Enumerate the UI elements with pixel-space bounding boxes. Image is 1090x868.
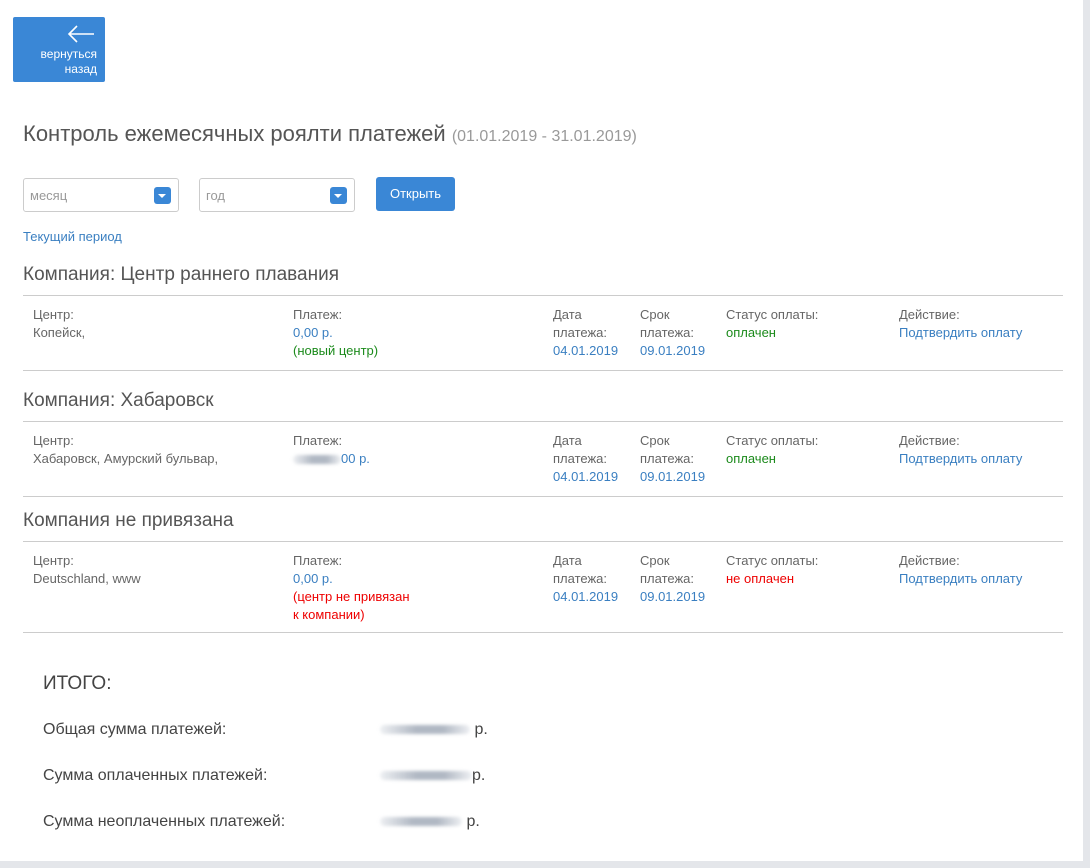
- payment-cell: Платеж: 0,00 р. (центр не привязан к ком…: [293, 553, 410, 622]
- month-select-placeholder: месяц: [30, 188, 68, 203]
- current-period-link[interactable]: Текущий период: [23, 229, 122, 244]
- due-date-cell: Срок платежа: 09.01.2019: [640, 307, 706, 358]
- page: вернуться назад Контроль ежемесячных роя…: [0, 0, 1083, 861]
- status-cell: Статус оплаты: не оплачен: [726, 553, 819, 586]
- center-name: Deutschland, www: [33, 571, 141, 586]
- action-cell: Действие: Подтвердить оплату: [899, 553, 1023, 588]
- payment-date: 04.01.2019: [553, 469, 619, 484]
- payment-date-cell: Дата платежа: 04.01.2019: [553, 553, 619, 604]
- company-title: Компания: Центр раннего плавания: [23, 264, 339, 285]
- company-title: Компания: Хабаровск: [23, 390, 214, 411]
- confirm-payment-link[interactable]: Подтвердить оплату: [899, 450, 1022, 468]
- redacted-amount: [380, 771, 472, 781]
- payment-note: к компании): [293, 607, 365, 622]
- confirm-payment-link[interactable]: Подтвердить оплату: [899, 570, 1022, 588]
- year-select-placeholder: год: [206, 188, 225, 203]
- payment-date-cell: Дата платежа: 04.01.2019: [553, 433, 619, 484]
- center-cell: Центр: Копейск,: [33, 307, 86, 340]
- redacted-amount: [380, 817, 462, 827]
- divider: [23, 496, 1063, 497]
- divider: [23, 632, 1063, 633]
- due-date: 09.01.2019: [640, 589, 706, 604]
- payment-cell: Платеж: 00 р.: [293, 433, 370, 468]
- redacted-amount: [293, 455, 341, 465]
- due-date-cell: Срок платежа: 09.01.2019: [640, 553, 706, 604]
- divider: [23, 421, 1063, 422]
- company-title: Компания не привязана: [23, 510, 234, 531]
- due-date: 09.01.2019: [640, 343, 706, 358]
- arrow-left-icon: [67, 25, 94, 43]
- chevron-down-icon: [154, 187, 171, 204]
- page-title: Контроль ежемесячных роялти платежей (01…: [23, 121, 637, 147]
- totals-title: ИТОГО:: [43, 673, 112, 694]
- paid-sum-value: р.: [380, 767, 485, 785]
- status-paid: оплачен: [726, 451, 776, 466]
- due-date: 09.01.2019: [640, 469, 706, 484]
- status-cell: Статус оплаты: оплачен: [726, 433, 819, 466]
- payment-cell: Платеж: 0,00 р. (новый центр): [293, 307, 379, 358]
- redacted-amount: [380, 725, 470, 735]
- divider: [23, 370, 1063, 371]
- back-button-label: вернуться назад: [40, 47, 97, 76]
- action-cell: Действие: Подтвердить оплату: [899, 433, 1023, 468]
- status-unpaid: не оплачен: [726, 571, 795, 586]
- chevron-down-icon: [330, 187, 347, 204]
- center-name: Копейск,: [33, 325, 86, 340]
- status-paid: оплачен: [726, 325, 776, 340]
- due-date-cell: Срок платежа: 09.01.2019: [640, 433, 706, 484]
- center-cell: Центр: Deutschland, www: [33, 553, 141, 586]
- action-cell: Действие: Подтвердить оплату: [899, 307, 1023, 342]
- unpaid-sum-label: Сумма неоплаченных платежей:: [43, 813, 286, 830]
- divider: [23, 541, 1063, 542]
- year-select[interactable]: год: [199, 178, 355, 212]
- payment-date: 04.01.2019: [553, 343, 619, 358]
- page-period: (01.01.2019 - 31.01.2019): [451, 128, 637, 145]
- open-button[interactable]: Открыть: [376, 177, 455, 211]
- payment-amount: 00 р.: [293, 450, 370, 468]
- confirm-payment-link[interactable]: Подтвердить оплату: [899, 324, 1022, 342]
- page-title-text: Контроль ежемесячных роялти платежей: [23, 121, 446, 146]
- center-name: Хабаровск, Амурский бульвар,: [33, 451, 219, 466]
- payment-note: (центр не привязан: [293, 589, 410, 604]
- payment-date: 04.01.2019: [553, 589, 619, 604]
- status-cell: Статус оплаты: оплачен: [726, 307, 819, 340]
- payment-date-cell: Дата платежа: 04.01.2019: [553, 307, 619, 358]
- paid-sum-label: Сумма оплаченных платежей:: [43, 767, 268, 784]
- unpaid-sum-value: р.: [380, 813, 480, 831]
- divider: [23, 295, 1063, 296]
- back-button[interactable]: вернуться назад: [13, 17, 105, 82]
- payment-amount: 0,00 р.: [293, 325, 333, 340]
- total-sum-label: Общая сумма платежей:: [43, 721, 227, 738]
- payment-amount: 0,00 р.: [293, 571, 333, 586]
- payment-note: (новый центр): [293, 343, 379, 358]
- total-sum-value: р.: [380, 721, 488, 739]
- center-cell: Центр: Хабаровск, Амурский бульвар,: [33, 433, 219, 466]
- month-select[interactable]: месяц: [23, 178, 179, 212]
